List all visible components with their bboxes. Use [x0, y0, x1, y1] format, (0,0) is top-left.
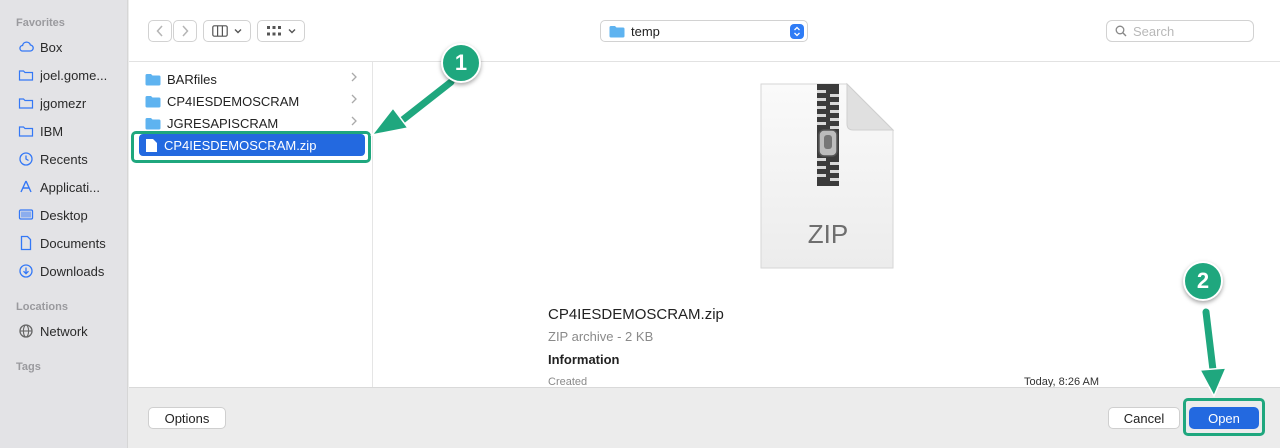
annotation-arrows [370, 78, 1228, 398]
arrow-to-file [370, 78, 455, 137]
arrow-to-open [1198, 308, 1228, 398]
callout-step-2: 2 [1183, 261, 1223, 301]
callout-step-1: 1 [441, 43, 481, 83]
